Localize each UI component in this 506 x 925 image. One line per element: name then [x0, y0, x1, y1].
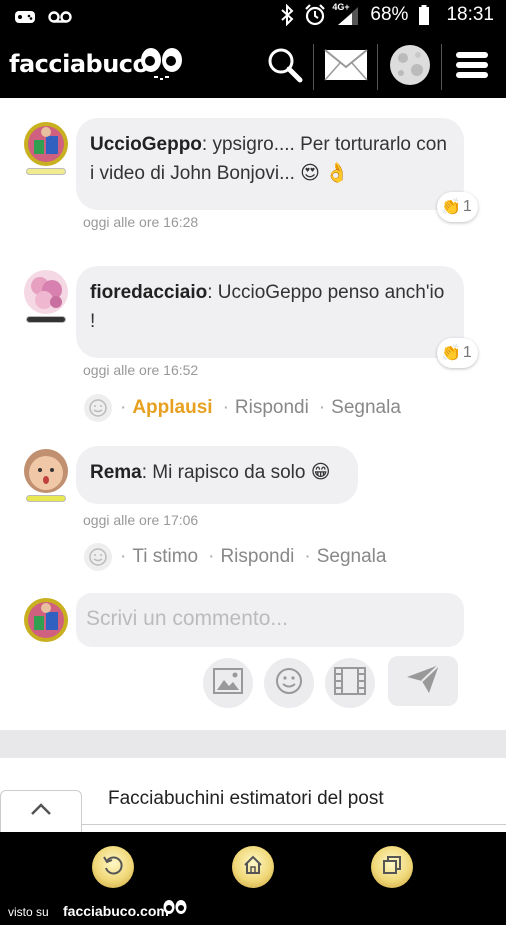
undo-arrow-icon: [102, 854, 124, 881]
app-header: facciabuco: [0, 36, 506, 98]
avatar[interactable]: [24, 270, 68, 314]
chevron-up-icon: [30, 802, 52, 821]
section-divider: [0, 730, 506, 758]
bluetooth-icon: [280, 4, 294, 26]
collapse-button[interactable]: [0, 790, 82, 832]
moon-icon: [389, 44, 431, 91]
emoji-button[interactable]: [264, 658, 314, 708]
logo-text[interactable]: facciabuco: [9, 50, 149, 78]
current-user-avatar: [24, 598, 68, 642]
search-button[interactable]: [255, 42, 315, 92]
comment-timestamp: oggi alle ore 16:28: [83, 214, 199, 230]
attach-image-button[interactable]: [203, 658, 253, 708]
reaction-count: 1: [462, 198, 472, 215]
signal-icon: 4G+: [332, 2, 360, 26]
user-level-bar: [26, 168, 66, 175]
alarm-icon: [304, 4, 326, 26]
comment-text: : Mi rapisco da solo 😁: [141, 462, 331, 483]
overview-icon: [381, 854, 403, 881]
envelope-icon: [324, 48, 368, 86]
send-button[interactable]: [388, 656, 458, 706]
reaction-badge[interactable]: 👏 1: [437, 192, 478, 222]
search-icon: [267, 47, 303, 88]
avatar[interactable]: [24, 122, 68, 166]
reply-link[interactable]: Rispondi: [235, 397, 309, 419]
system-nav-bar: [0, 832, 506, 897]
comments-section: UccioGeppo: ypsigro.... Per torturarlo c…: [0, 98, 506, 730]
smile-icon: [275, 667, 303, 700]
menu-button[interactable]: [442, 42, 502, 92]
avatar[interactable]: [24, 449, 68, 493]
hamburger-menu-icon: [456, 49, 488, 86]
home-button[interactable]: [232, 846, 274, 888]
comment-author[interactable]: UccioGeppo: [90, 134, 202, 155]
status-bar: 4G+ 68% 18:31: [0, 0, 506, 36]
image-icon: [213, 667, 243, 699]
comment-bubble: fioredacciaio: UccioGeppo penso anch'io …: [76, 266, 464, 358]
comment-timestamp: oggi alle ore 17:06: [83, 512, 199, 528]
smile-icon[interactable]: [84, 543, 112, 571]
report-link[interactable]: Segnala: [317, 546, 387, 568]
user-level-bar: [26, 316, 66, 323]
battery-percent: 68%: [370, 4, 409, 25]
comment-bubble: UccioGeppo: ypsigro.... Per torturarlo c…: [76, 118, 464, 210]
clapping-hands-icon: 👏: [441, 199, 461, 216]
logo-eyes-icon: [163, 899, 187, 924]
watermark-prefix: visto su: [8, 905, 49, 919]
reply-link[interactable]: Rispondi: [220, 546, 294, 568]
applause-link[interactable]: Applausi: [132, 397, 212, 419]
comment-author[interactable]: fioredacciaio: [90, 282, 207, 303]
game-controller-icon: [14, 8, 36, 26]
notifications-button[interactable]: [380, 42, 440, 92]
estimators-label[interactable]: Facciabuchini estimatori del post: [108, 788, 384, 810]
logo-eyes-icon: [140, 46, 184, 87]
comment-actions: · Ti stimo · Rispondi · Segnala: [84, 543, 386, 571]
divider: [82, 824, 506, 825]
reaction-count: 1: [462, 344, 472, 361]
paper-plane-icon: [405, 663, 441, 700]
home-icon: [242, 854, 264, 881]
clock: 18:31: [446, 4, 494, 25]
back-button[interactable]: [92, 846, 134, 888]
header-divider: [377, 44, 378, 90]
watermark-site: facciabuco.com: [63, 903, 169, 919]
messages-button[interactable]: [316, 42, 376, 92]
clapping-hands-icon: 👏: [441, 345, 461, 362]
battery-icon: [418, 4, 430, 26]
smile-icon[interactable]: [84, 394, 112, 422]
applause-link[interactable]: Ti stimo: [132, 546, 198, 568]
recent-apps-button[interactable]: [371, 846, 413, 888]
voicemail-icon: [48, 10, 72, 24]
report-link[interactable]: Segnala: [331, 397, 401, 419]
attach-video-button[interactable]: [325, 658, 375, 708]
comment-actions: · Applausi · Rispondi · Segnala: [84, 394, 401, 422]
reaction-badge[interactable]: 👏 1: [437, 338, 478, 368]
header-divider: [313, 44, 314, 90]
comment-input[interactable]: Scrivi un commento...: [76, 593, 464, 647]
watermark: visto su facciabuco.com: [0, 897, 506, 925]
comment-timestamp: oggi alle ore 16:52: [83, 362, 199, 378]
comment-author[interactable]: Rema: [90, 462, 142, 483]
user-level-bar: [26, 495, 66, 502]
comment-bubble: Rema: Mi rapisco da solo 😁: [76, 446, 358, 504]
film-icon: [334, 666, 366, 700]
